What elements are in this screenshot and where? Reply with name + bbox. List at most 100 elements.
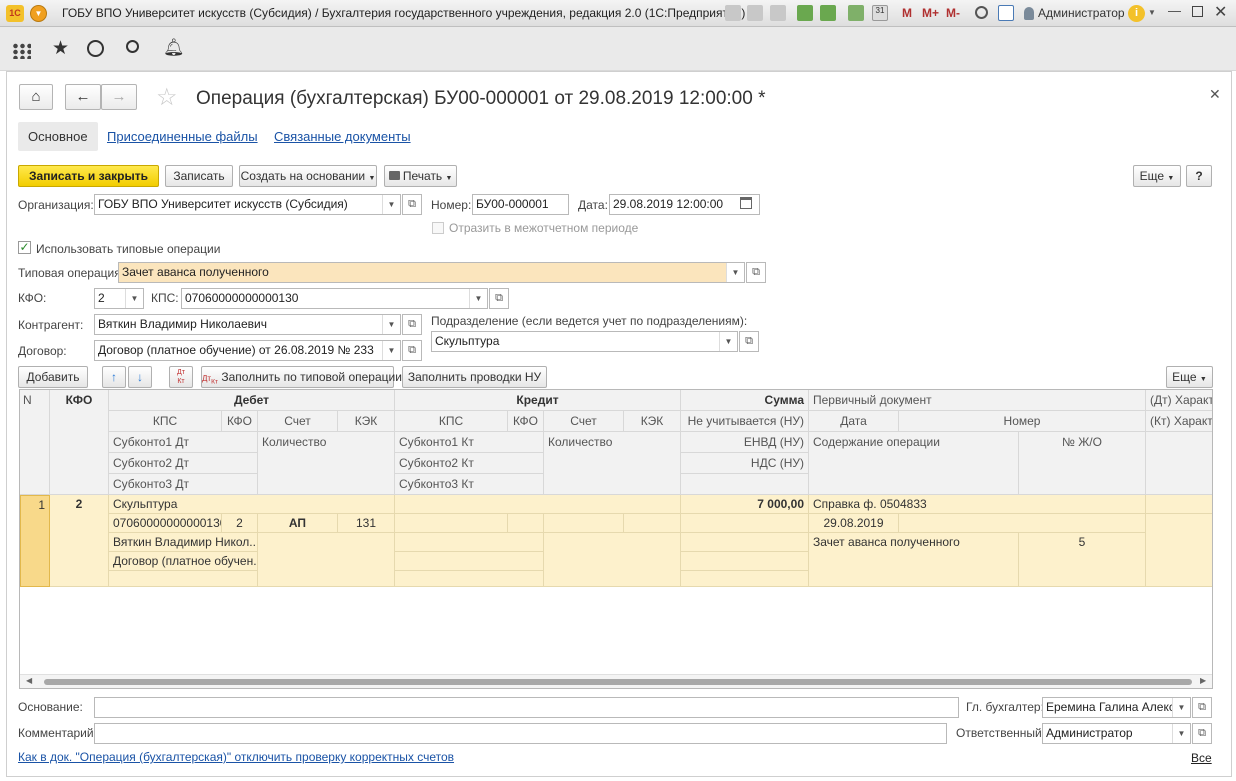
col-d-kps-header[interactable]: КПС: [109, 411, 222, 432]
cell-d-subconto1[interactable]: Скульптура: [109, 495, 395, 514]
contract-open-icon[interactable]: ⧉: [402, 340, 422, 361]
col-d-account-header[interactable]: Счет: [258, 411, 338, 432]
col-number-header[interactable]: Номер: [899, 411, 1146, 432]
chief-dropdown-icon[interactable]: ▼: [1172, 698, 1190, 717]
scroll-left-icon[interactable]: ◀: [26, 676, 32, 685]
col-envd-header[interactable]: ЕНВД (НУ): [681, 432, 809, 453]
col-jo-header[interactable]: № Ж/О: [1019, 432, 1146, 495]
col-vat-header[interactable]: НДС (НУ): [681, 453, 809, 474]
all-link[interactable]: Все: [1191, 751, 1212, 765]
memory-minus-button[interactable]: M-: [946, 6, 960, 20]
col-primary-doc-header[interactable]: Первичный документ: [809, 390, 1146, 411]
cell-envd[interactable]: [681, 533, 809, 552]
cell-not-taken[interactable]: [681, 514, 809, 533]
col-debit-header[interactable]: Дебет: [109, 390, 395, 411]
home-button[interactable]: ⌂: [19, 84, 53, 110]
scroll-right-icon[interactable]: ▶: [1200, 676, 1206, 685]
search-icon[interactable]: [126, 40, 139, 53]
forward-button[interactable]: →: [101, 84, 137, 110]
col-k-kek-header[interactable]: КЭК: [624, 411, 681, 432]
col-dt-char-header[interactable]: (Дт) Характе: [1146, 390, 1212, 411]
save-button[interactable]: Записать: [165, 165, 233, 187]
contract-dropdown-icon[interactable]: ▼: [382, 341, 400, 360]
responsible-field[interactable]: Администратор: [1042, 723, 1191, 744]
panels-icon[interactable]: [998, 5, 1014, 21]
date-field[interactable]: 29.08.2019 12:00:00: [609, 194, 760, 215]
kfo-dropdown-icon[interactable]: ▼: [125, 289, 143, 308]
col-subconto2-kt-header[interactable]: Субконто2 Кт: [395, 453, 544, 474]
cell-k-account[interactable]: [544, 514, 624, 533]
reflect-checkbox[interactable]: [432, 222, 444, 234]
cell-dt-char[interactable]: [1146, 495, 1212, 514]
notifications-bell-icon[interactable]: 🔔︎: [163, 38, 185, 58]
download-icon[interactable]: [820, 5, 836, 21]
upload-icon[interactable]: [797, 5, 813, 21]
favorites-star-icon[interactable]: ★: [52, 37, 69, 60]
col-subconto3-kt-header[interactable]: Субконто3 Кт: [395, 474, 544, 495]
kps-field[interactable]: 07060000000000130: [181, 288, 488, 309]
col-n-header[interactable]: N: [20, 390, 50, 495]
cell-primary-doc[interactable]: Справка ф. 0504833: [809, 495, 1146, 514]
help-button[interactable]: ?: [1186, 165, 1212, 187]
horizontal-scrollbar[interactable]: ◀ ▶: [20, 674, 1212, 688]
col-date-header[interactable]: Дата: [809, 411, 899, 432]
close-window-icon[interactable]: ✕: [1214, 2, 1227, 22]
col-sum-header[interactable]: Сумма: [681, 390, 809, 411]
col-d-quantity-header[interactable]: Количество: [258, 432, 395, 495]
responsible-open-icon[interactable]: ⧉: [1192, 723, 1212, 744]
create-based-button[interactable]: Создать на основании ▼: [239, 165, 377, 187]
col-k-quantity-header[interactable]: Количество: [544, 432, 681, 495]
col-subconto1-kt-header[interactable]: Субконто1 Кт: [395, 432, 544, 453]
col-kt-char-header[interactable]: (Кт) Характе: [1146, 411, 1212, 432]
org-open-icon[interactable]: ⧉: [402, 194, 422, 215]
scrollbar-thumb[interactable]: [44, 679, 1192, 685]
info-icon[interactable]: i: [1128, 5, 1145, 22]
cell-d-quantity[interactable]: [258, 533, 395, 587]
col-subconto1-dt-header[interactable]: Субконто1 Дт: [109, 432, 258, 453]
minimize-icon[interactable]: —: [1168, 3, 1181, 18]
cell-d-subconto3[interactable]: Договор (платное обучен...: [109, 552, 258, 571]
save-icon[interactable]: [725, 5, 741, 21]
cell-k-subconto2[interactable]: [395, 533, 544, 552]
apps-grid-icon[interactable]: [12, 43, 31, 59]
zoom-icon[interactable]: [975, 6, 988, 19]
cell-k-kps[interactable]: [395, 514, 508, 533]
typical-op-dropdown-icon[interactable]: ▼: [726, 263, 744, 282]
memory-plus-button[interactable]: M+: [922, 6, 939, 20]
cell-content[interactable]: Зачет аванса полученного: [809, 533, 1019, 587]
cell-k-kfo[interactable]: [508, 514, 544, 533]
comment-field[interactable]: [94, 723, 947, 744]
more-button[interactable]: Еще ▼: [1133, 165, 1181, 187]
tab-main[interactable]: Основное: [18, 122, 98, 151]
cell-k-quantity[interactable]: [544, 533, 681, 587]
col-not-taken-header[interactable]: Не учитывается (НУ): [681, 411, 809, 432]
grid-more-button[interactable]: Еще ▼: [1166, 366, 1213, 388]
calendar-icon[interactable]: [740, 197, 752, 209]
col-k-kfo-header[interactable]: КФО: [508, 411, 544, 432]
swap-dt-kt-button[interactable]: Дт Кт: [169, 366, 193, 388]
cell-vat[interactable]: [681, 552, 809, 571]
maximize-icon[interactable]: [1192, 6, 1203, 17]
table-row[interactable]: 1 2 Скульптура 07060000000000130 2 АП 13…: [20, 495, 1212, 587]
col-d-kfo-header[interactable]: КФО: [222, 411, 258, 432]
main-menu-icon[interactable]: ▼: [30, 5, 47, 22]
fill-typical-button[interactable]: ДтКт Заполнить по типовой операции: [201, 366, 402, 388]
tab-attached-files[interactable]: Присоединенные файлы: [107, 129, 258, 144]
cell-kfo[interactable]: 2: [50, 495, 109, 587]
org-field[interactable]: ГОБУ ВПО Университет искусств (Субсидия): [94, 194, 401, 215]
add-row-button[interactable]: Добавить: [18, 366, 88, 388]
contractor-open-icon[interactable]: ⧉: [402, 314, 422, 335]
info-dropdown-icon[interactable]: ▼: [1148, 8, 1156, 17]
calendar-icon[interactable]: 31: [872, 5, 888, 21]
division-open-icon[interactable]: ⧉: [739, 331, 759, 352]
cell-doc-number[interactable]: [899, 514, 1146, 533]
contractor-dropdown-icon[interactable]: ▼: [382, 315, 400, 334]
division-dropdown-icon[interactable]: ▼: [719, 332, 737, 351]
use-typical-checkbox[interactable]: ✓: [18, 241, 31, 254]
disable-check-link[interactable]: Как в док. "Операция (бухгалтерская)" от…: [18, 750, 454, 764]
cell-jo[interactable]: 5: [1019, 533, 1146, 587]
favorite-star-icon[interactable]: ☆: [156, 83, 178, 112]
chief-open-icon[interactable]: ⧉: [1192, 697, 1212, 718]
print-button[interactable]: Печать ▼: [384, 165, 457, 187]
col-kfo-header[interactable]: КФО: [50, 390, 109, 495]
